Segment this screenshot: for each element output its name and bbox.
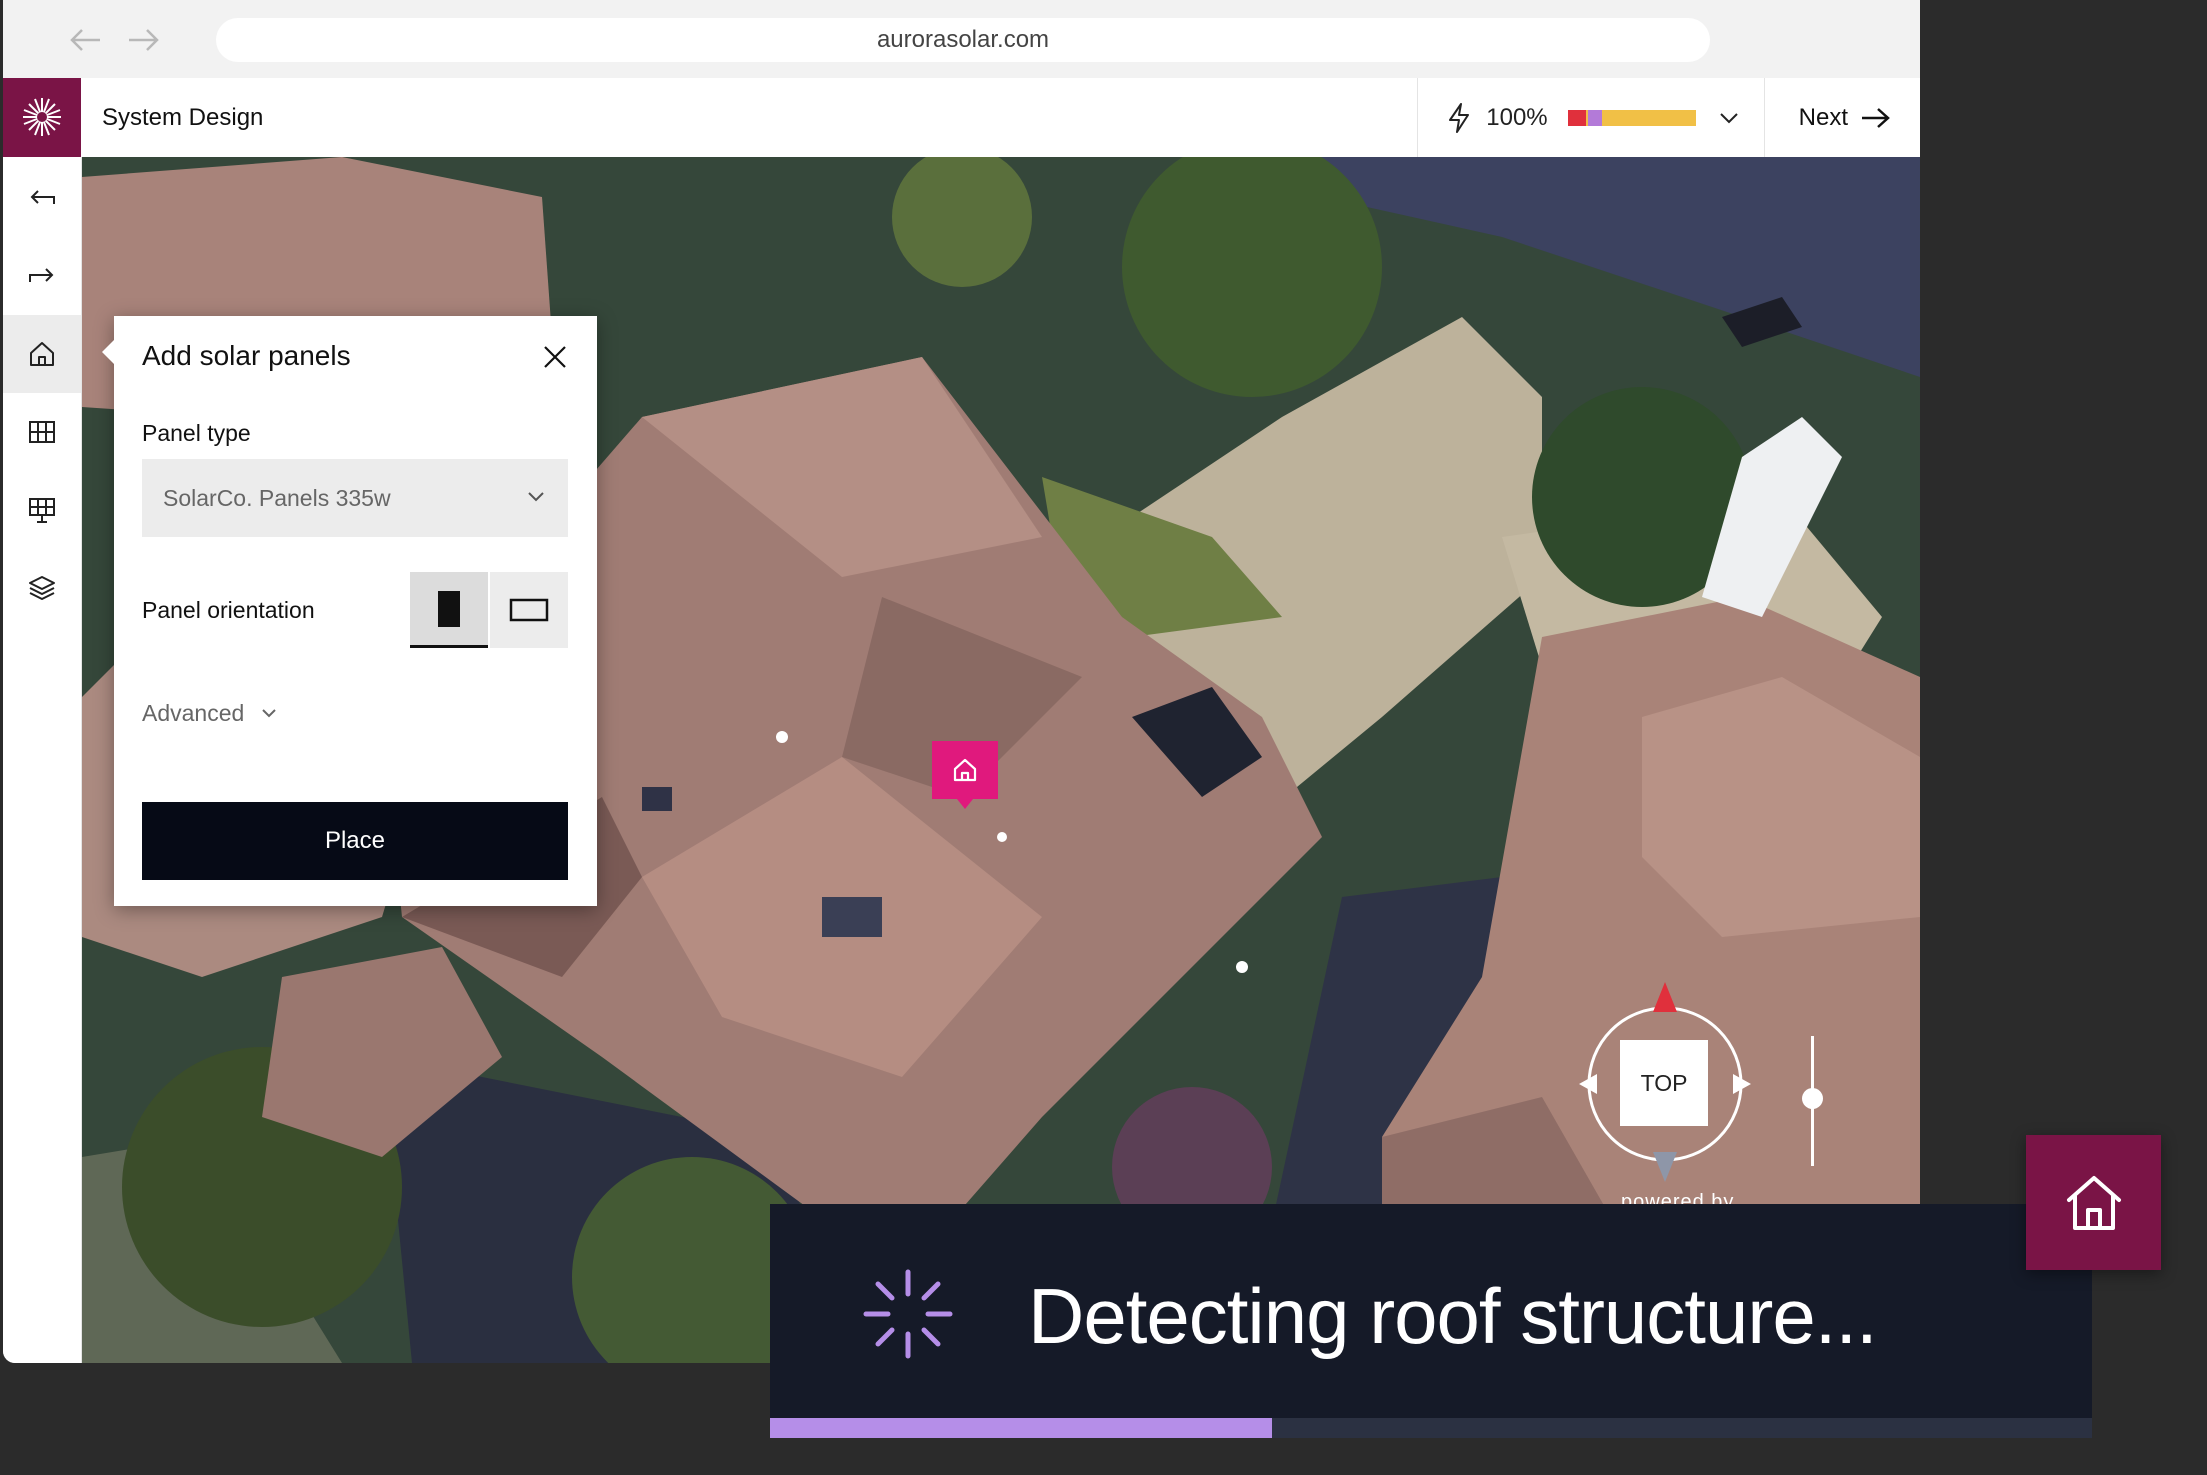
sidebar [3,157,82,1363]
chevron-down-icon[interactable] [1718,111,1740,125]
advanced-label: Advanced [142,700,245,726]
app-header: System Design 100% Next [3,78,1920,158]
header-controls: 100% Next [1417,78,1920,157]
url-bar[interactable]: aurorasolar.com [216,18,1710,62]
map-home-marker[interactable] [932,741,998,809]
detection-progress-bar [770,1418,2092,1438]
detection-status-text: Detecting roof structure... [1028,1272,1878,1360]
orientation-portrait-button[interactable] [410,572,488,648]
dialog-title: Add solar panels [142,340,351,371]
compass-south-icon [1653,1152,1677,1182]
sidebar-item-layers[interactable] [3,549,81,627]
bolt-icon [1449,102,1470,133]
panel-type-label: Panel type [142,420,251,446]
sidebar-item-undo[interactable] [3,159,81,237]
next-button[interactable]: Next [1763,78,1920,157]
next-label: Next [1798,103,1848,131]
orientation-landscape-button[interactable] [490,572,568,648]
solar-panel-icon [29,498,55,523]
layers-icon [29,576,55,600]
sidebar-item-home[interactable] [3,315,81,393]
grid-icon [29,421,55,443]
sidebar-item-grid[interactable] [3,393,81,471]
undo-icon [30,190,55,204]
production-percent: 100% [1486,103,1548,131]
add-solar-panels-dialog: Add solar panels Panel type SolarCo. Pan… [102,316,597,906]
dialog-pointer [102,340,114,364]
sidebar-item-redo[interactable] [3,237,81,315]
panel-orientation-label: Panel orientation [142,597,315,623]
portrait-panel-icon [438,590,460,627]
production-meter [1567,109,1696,126]
home-icon [953,758,977,782]
close-icon[interactable] [540,342,570,372]
browser-toolbar: aurorasolar.com [3,0,1920,78]
page-title: System Design [102,104,264,131]
home-icon [2066,1175,2121,1230]
redo-icon [29,268,54,282]
zoom-slider-handle[interactable] [1802,1088,1823,1109]
meter-segment-red [1567,109,1586,126]
production-selector[interactable]: 100% [1417,78,1763,157]
place-button[interactable]: Place [142,802,568,880]
panel-type-select[interactable]: SolarCo. Panels 335w [142,459,568,537]
detection-overlay: Detecting roof structure... [770,1204,2092,1438]
forward-arrow-icon[interactable] [123,20,163,60]
browser-window: aurorasolar.com System Design 100% Next … [3,0,1920,1363]
panel-type-value: SolarCo. Panels 335w [163,485,391,511]
compass-view-label[interactable]: TOP [1620,1040,1708,1126]
sidebar-item-panels[interactable] [3,471,81,549]
chevron-down-icon [528,492,544,502]
back-arrow-icon[interactable] [66,20,106,60]
advanced-toggle[interactable]: Advanced [142,700,278,727]
home-button[interactable] [2026,1135,2161,1270]
arrow-right-icon [1862,107,1890,128]
compass-north-icon [1653,982,1677,1012]
meter-segment-purple [1587,109,1602,126]
chevron-down-icon [262,708,277,717]
aurora-logo-icon[interactable] [3,78,81,157]
home-icon [30,342,54,366]
landscape-panel-icon [509,598,549,622]
loading-spinner-icon [863,1269,953,1359]
detection-progress-fill [770,1418,1273,1438]
